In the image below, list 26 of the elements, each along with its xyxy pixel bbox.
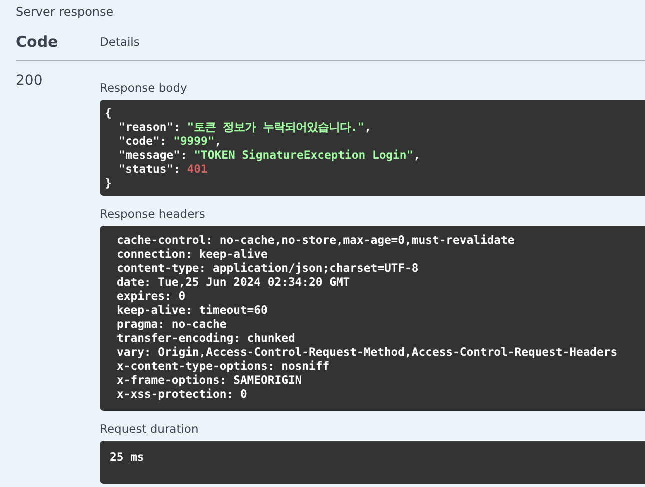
- code-line: "message": "TOKEN SignatureException Login",: [118, 148, 422, 162]
- request-duration-panel: 25 ms: [100, 441, 645, 484]
- code-line: "reason": "토큰 정보가 누락되어있습니다.",: [118, 120, 372, 134]
- code-line: "status": 401: [118, 162, 209, 176]
- section-label: Response headers: [100, 207, 206, 221]
- header-line: keep-alive: timeout=60: [117, 303, 269, 317]
- header-line: connection: keep-alive: [117, 247, 269, 261]
- status-code: 200: [16, 73, 44, 91]
- section-title: Server response: [16, 5, 115, 21]
- section-label: Request duration: [100, 422, 200, 436]
- header-line: x-xss-protection: 0: [117, 387, 248, 401]
- header-line: transfer-encoding: chunked: [117, 331, 296, 345]
- header-line: expires: 0: [117, 289, 187, 303]
- header-line: x-frame-options: SAMEORIGIN: [117, 373, 304, 387]
- code-line: "code": "9999",: [118, 134, 223, 148]
- header-line: vary: Origin,Access-Control-Request-Method,Access-Control-Request-Headers: [117, 345, 619, 359]
- header-line: date: Tue,25 Jun 2024 02:34:20 GMT: [117, 275, 352, 289]
- code-line: {: [105, 106, 113, 120]
- column-header: Details: [100, 34, 140, 51]
- column-header: Code: [16, 33, 60, 51]
- code-line: }: [105, 176, 113, 190]
- header-line: content-type: application/json;charset=UTF-8: [117, 261, 420, 275]
- header-line: cache-control: no-cache,no-store,max-age=0,must-revalidate: [117, 233, 516, 247]
- header-line: pragma: no-cache: [117, 317, 228, 331]
- header-line: x-content-type-options: nosniff: [117, 359, 331, 373]
- section-label: Response body: [100, 81, 188, 95]
